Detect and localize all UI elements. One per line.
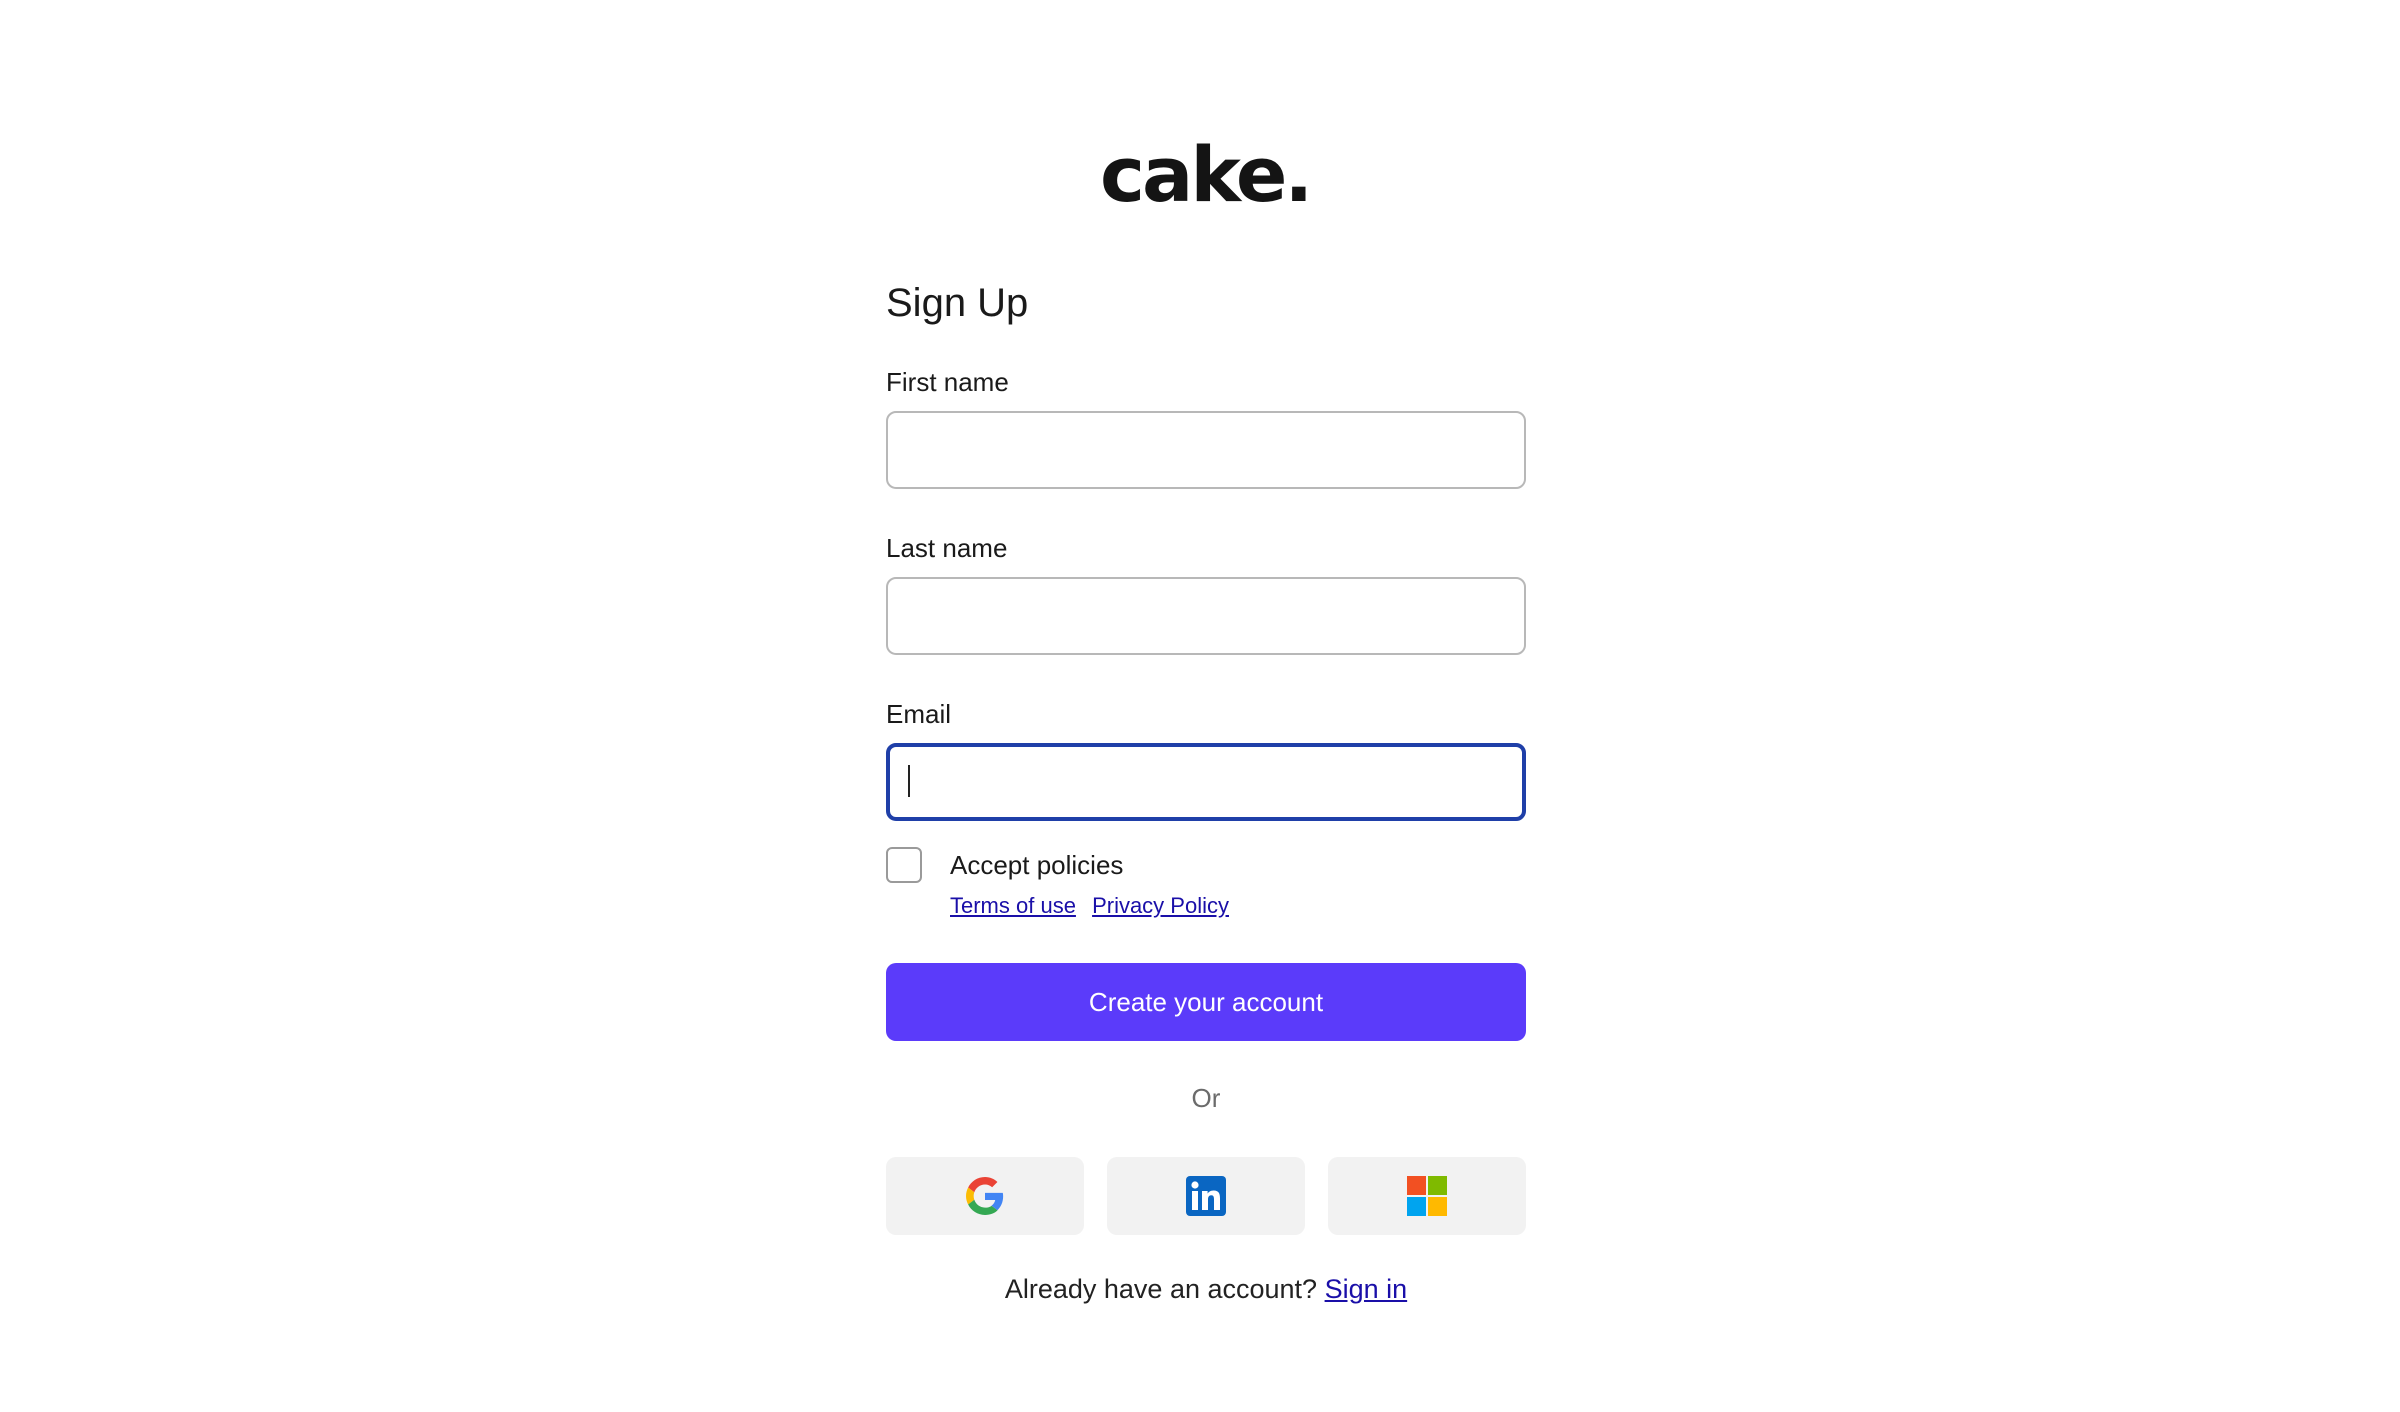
accept-policies-checkbox[interactable] [886,847,922,883]
signup-page: cake. Sign Up First name Last name Email… [0,0,2400,1412]
sign-in-link[interactable]: Sign in [1325,1274,1408,1304]
last-name-input[interactable] [886,577,1526,655]
signup-form: Sign Up First name Last name Email Accep… [886,275,1526,1307]
social-login-row [886,1157,1526,1235]
google-icon [966,1177,1004,1215]
email-field [886,743,1526,821]
terms-of-use-link[interactable]: Terms of use [950,893,1076,918]
cake-logo: cake. [1100,130,1313,219]
signin-prompt: Already have an account? Sign in [886,1271,1526,1307]
microsoft-signin-button[interactable] [1328,1157,1526,1235]
email-input[interactable] [886,743,1526,821]
linkedin-signin-button[interactable] [1107,1157,1305,1235]
microsoft-icon [1407,1176,1447,1216]
privacy-policy-link[interactable]: Privacy Policy [1092,893,1229,918]
signin-prompt-text: Already have an account? [1004,1274,1318,1304]
create-account-button[interactable]: Create your account [886,963,1526,1041]
policy-links: Terms of use Privacy Policy [950,891,1239,921]
linkedin-icon [1186,1176,1226,1216]
page-title: Sign Up [886,281,1029,325]
accept-policies-label: Accept policies [950,850,1124,880]
google-signin-button[interactable] [886,1157,1084,1235]
last-name-label: Last name [886,533,1008,563]
first-name-input[interactable] [886,411,1526,489]
first-name-label: First name [886,367,1009,397]
text-cursor [908,765,910,797]
email-label: Email [886,699,952,729]
policies-row: Accept policies Terms of use Privacy Pol… [886,847,1526,933]
or-divider: Or [1191,1083,1221,1113]
